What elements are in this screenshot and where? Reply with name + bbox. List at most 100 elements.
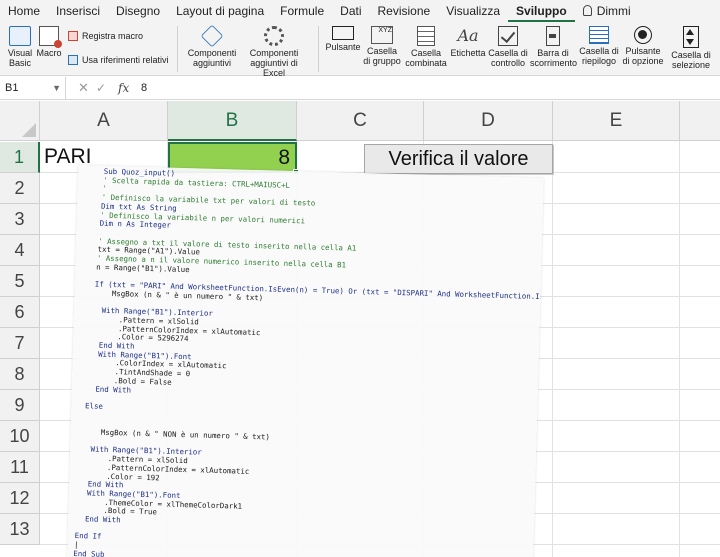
option-button-icon bbox=[634, 26, 652, 44]
select-all-button[interactable] bbox=[0, 101, 40, 141]
insert-function-icon[interactable]: fx bbox=[118, 77, 129, 99]
componenti-aggiuntivi-excel-button[interactable]: Componenti aggiuntivi di Excel bbox=[238, 26, 310, 78]
name-box[interactable]: B1 ▼ bbox=[0, 77, 66, 99]
row-header-5[interactable]: 5 bbox=[0, 266, 40, 297]
vba-code-line: n = Range("B1").Value bbox=[96, 262, 190, 274]
row-header-7[interactable]: 7 bbox=[0, 328, 40, 359]
tab-formule[interactable]: Formule bbox=[272, 0, 332, 22]
cell-b1-value: 8 bbox=[278, 146, 290, 169]
tab-dati[interactable]: Dati bbox=[332, 0, 369, 22]
visual-basic-label-1: Visual bbox=[7, 48, 33, 58]
column-header-e[interactable]: E bbox=[553, 101, 680, 141]
macro-label: Macro bbox=[36, 48, 62, 58]
lightbulb-icon bbox=[582, 5, 592, 16]
barra-di-scorrimento-button[interactable]: Barra di scorrimento bbox=[530, 26, 577, 68]
casella-selezione-label-1: Casella di bbox=[671, 50, 711, 60]
row-header-10[interactable]: 10 bbox=[0, 421, 40, 452]
pulsante-label: Pulsante bbox=[325, 42, 361, 52]
ribbon-sviluppo: Visual Basic Macro Registra macro Usa ri… bbox=[0, 22, 720, 78]
registra-macro-button[interactable]: Registra macro bbox=[68, 31, 143, 41]
vba-code-line: End If bbox=[74, 531, 102, 542]
label-icon: Aa bbox=[457, 26, 479, 45]
scroll-bar-icon bbox=[546, 26, 560, 46]
vba-code-overlay: Sub Quoz_input() ' Scelta rapida da tasti… bbox=[67, 165, 544, 557]
componenti-excel-label-1: Componenti bbox=[249, 48, 299, 58]
casella-riepilogo-label-2: riepilogo bbox=[581, 56, 617, 66]
pulsante-control-button[interactable]: Pulsante bbox=[324, 26, 362, 52]
componenti-aggiuntivi-button[interactable]: Componenti aggiuntivi bbox=[184, 24, 240, 68]
pulsante-opzione-label-2: di opzione bbox=[622, 56, 664, 66]
tab-revisione[interactable]: Revisione bbox=[370, 0, 439, 22]
casella-di-riepilogo-button[interactable]: Casella di riepilogo bbox=[578, 26, 620, 66]
column-header-a[interactable]: A bbox=[40, 101, 168, 141]
column-header-f[interactable] bbox=[680, 101, 720, 141]
tab-visualizza[interactable]: Visualizza bbox=[438, 0, 508, 22]
name-box-value: B1 bbox=[5, 82, 19, 94]
macro-button[interactable]: Macro bbox=[36, 26, 62, 58]
formula-input[interactable]: 8 bbox=[141, 77, 147, 99]
column-header-c[interactable]: C bbox=[297, 101, 424, 141]
chevron-down-icon[interactable]: ▼ bbox=[52, 77, 61, 99]
casella-di-selezione-button[interactable]: Casella di selezione bbox=[666, 26, 716, 70]
vba-code-line: End With bbox=[76, 514, 121, 525]
casella-controllo-label-2: controllo bbox=[490, 58, 526, 68]
tab-layout-di-pagina[interactable]: Layout di pagina bbox=[168, 0, 272, 22]
casella-controllo-label-1: Casella di bbox=[488, 48, 528, 58]
formula-bar: B1 ▼ ✕ ✓ fx 8 bbox=[0, 77, 720, 100]
casella-gruppo-label-2: di gruppo bbox=[363, 56, 401, 66]
spin-button-icon bbox=[683, 26, 699, 48]
row-header-2[interactable]: 2 bbox=[0, 173, 40, 204]
tab-sviluppo[interactable]: Sviluppo bbox=[508, 0, 575, 22]
usa-riferimenti-relativi-button[interactable]: Usa riferimenti relativi bbox=[68, 55, 169, 65]
excel-window: Home Inserisci Disegno Layout di pagina … bbox=[0, 0, 720, 557]
row-header-1[interactable]: 1 bbox=[0, 142, 40, 173]
vba-code-line: End With bbox=[86, 383, 132, 395]
row-header-3[interactable]: 3 bbox=[0, 204, 40, 235]
relative-references-icon bbox=[68, 55, 78, 65]
row-header-11[interactable]: 11 bbox=[0, 452, 40, 483]
casella-selezione-label-2: selezione bbox=[671, 60, 711, 70]
vba-code-line: Else bbox=[85, 401, 104, 411]
list-box-icon bbox=[589, 26, 609, 44]
ribbon-tabs: Home Inserisci Disegno Layout di pagina … bbox=[0, 0, 720, 22]
visual-basic-label-2: Basic bbox=[8, 58, 31, 68]
cancel-icon[interactable]: ✕ bbox=[78, 77, 89, 99]
pulsante-opzione-label-1: Pulsante bbox=[625, 46, 661, 56]
group-box-icon: XYZ bbox=[371, 26, 393, 44]
tab-inserisci[interactable]: Inserisci bbox=[48, 0, 108, 22]
row-header-9[interactable]: 9 bbox=[0, 390, 40, 421]
vba-code-line: MsgBox (n & " NON è un numero " & txt) bbox=[82, 427, 270, 442]
visual-basic-icon bbox=[9, 26, 31, 46]
barra-scorrimento-label-1: Barra di bbox=[537, 48, 569, 58]
row-header-6[interactable]: 6 bbox=[0, 297, 40, 328]
visual-basic-button[interactable]: Visual Basic bbox=[4, 26, 36, 68]
ribbon-separator bbox=[318, 26, 319, 72]
casella-combinata-button[interactable]: Casella combinata bbox=[404, 26, 448, 68]
worksheet-grid: A B C D E 1 2 3 4 5 6 7 8 9 10 11 12 13 bbox=[0, 101, 720, 557]
row-header-13[interactable]: 13 bbox=[0, 514, 40, 545]
etichetta-button[interactable]: Aa Etichetta bbox=[449, 26, 487, 58]
tab-disegno[interactable]: Disegno bbox=[108, 0, 168, 22]
tab-dimmi-label: Dimmi bbox=[596, 4, 631, 18]
casella-combinata-label-1: Casella bbox=[410, 48, 441, 58]
row-header-12[interactable]: 12 bbox=[0, 483, 40, 514]
vba-code-line: ' Scelta rapida da tastiera: CTRL+MAIUSC… bbox=[103, 175, 291, 190]
row-header-4[interactable]: 4 bbox=[0, 235, 40, 266]
pulsante-di-opzione-button[interactable]: Pulsante di opzione bbox=[621, 26, 665, 66]
button-control-icon bbox=[332, 26, 354, 40]
tab-home[interactable]: Home bbox=[0, 0, 48, 22]
casella-gruppo-label-1: Casella bbox=[366, 46, 397, 56]
enter-icon[interactable]: ✓ bbox=[96, 77, 106, 99]
casella-di-gruppo-button[interactable]: XYZ Casella di gruppo bbox=[363, 26, 401, 66]
record-macro-icon bbox=[68, 31, 78, 41]
row-header-8[interactable]: 8 bbox=[0, 359, 40, 390]
column-header-b[interactable]: B bbox=[168, 101, 297, 141]
verifica-il-valore-button[interactable]: Verifica il valore bbox=[364, 144, 553, 174]
registra-macro-label: Registra macro bbox=[82, 31, 144, 41]
macro-icon bbox=[39, 26, 62, 48]
column-gridline bbox=[552, 141, 553, 557]
casella-combinata-label-2: combinata bbox=[405, 58, 447, 68]
tab-dimmi[interactable]: Dimmi bbox=[575, 0, 639, 22]
casella-di-controllo-button[interactable]: Casella di controllo bbox=[487, 26, 529, 68]
column-header-d[interactable]: D bbox=[424, 101, 553, 141]
